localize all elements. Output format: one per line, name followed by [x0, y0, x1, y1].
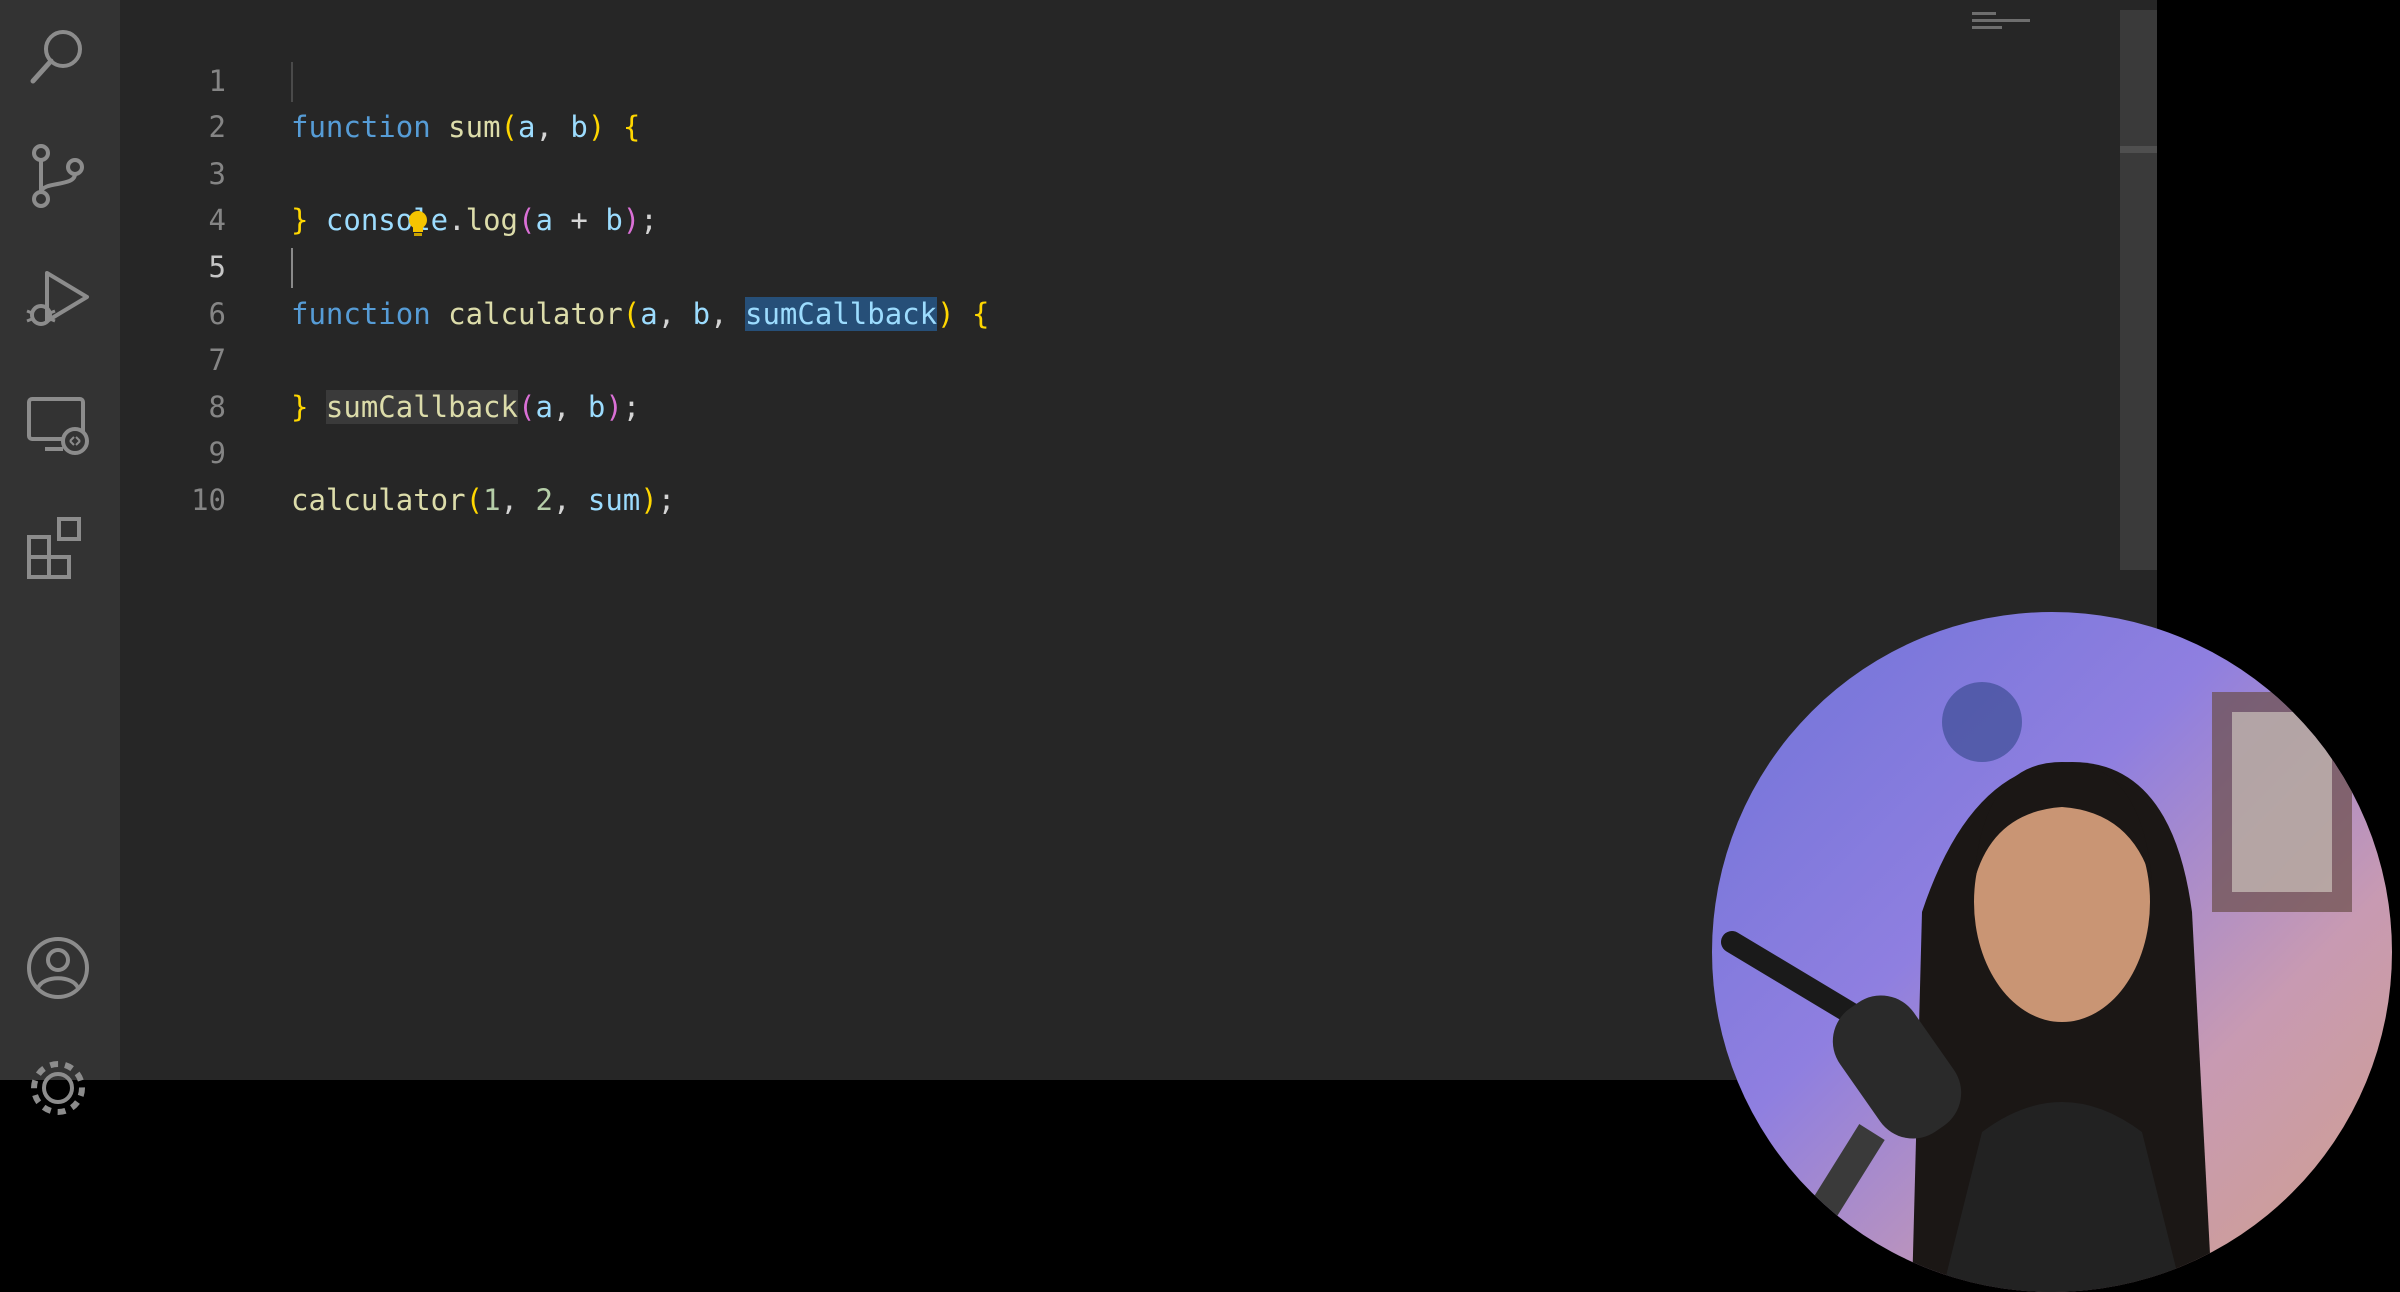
code-text: calculator(1, 2, sum);	[291, 482, 676, 517]
code-line: 6 sumCallback(a, b);	[120, 244, 640, 424]
code-line: 4	[120, 151, 427, 237]
code-line: 8	[120, 337, 226, 424]
lightbulb-icon[interactable]	[298, 159, 427, 237]
code-line: 10	[120, 430, 226, 517]
webcam-overlay	[1712, 612, 2392, 1292]
code-text: function calculator(a, b, sumCallback) {	[291, 296, 990, 331]
source-control-icon[interactable]	[20, 138, 96, 214]
remote-explorer-icon[interactable]	[20, 388, 96, 464]
settings-gear-icon[interactable]	[20, 1050, 96, 1126]
scrollbar-thumb[interactable]	[2120, 146, 2157, 153]
run-debug-icon[interactable]	[20, 262, 96, 338]
account-icon[interactable]	[20, 930, 96, 1006]
indent-guide	[291, 61, 293, 102]
indent-guide	[291, 247, 293, 288]
selected-text: sumCallback	[745, 296, 938, 331]
minimap[interactable]	[1972, 12, 2042, 42]
code-text: function sum(a, b) {	[291, 110, 641, 145]
code-text: }	[291, 389, 309, 424]
code-line: 2 console.log(a + b);	[120, 58, 658, 237]
extensions-icon[interactable]	[20, 510, 96, 586]
code-line: 1 function sum(a, b) {	[120, 11, 641, 145]
code-editor[interactable]: 1 function sum(a, b) { 2 console.log(a +…	[120, 11, 989, 517]
code-text: sumCallback(a, b);	[325, 389, 641, 424]
code-line: 9 calculator(1, 2, sum);	[120, 384, 676, 517]
vertical-scrollbar[interactable]	[2120, 10, 2157, 570]
activity-bar	[0, 0, 120, 1115]
line-number: 10	[191, 482, 226, 517]
search-icon[interactable]	[20, 20, 96, 96]
code-line: 3 }	[120, 104, 309, 238]
code-line: 7 }	[120, 291, 309, 424]
code-line: 5 function calculator(a, b, sumCallback)…	[120, 197, 989, 331]
